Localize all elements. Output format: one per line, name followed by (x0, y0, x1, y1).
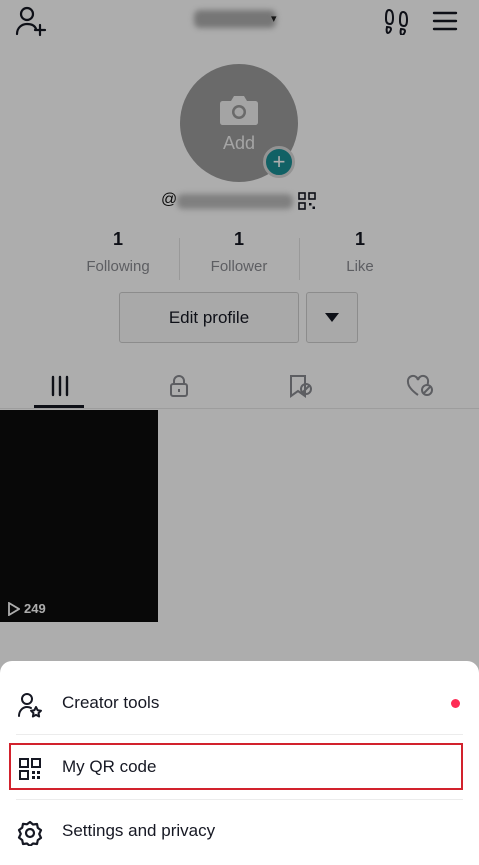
menu-item-settings-and-privacy[interactable]: Settings and privacy (0, 803, 479, 859)
menu-item-label: Settings and privacy (62, 821, 216, 840)
menu-item-my-qr-code[interactable]: My QR code (0, 739, 479, 795)
profile-page: ▾ Add + @ 1 Following 1 Follower 1 Like … (0, 0, 479, 865)
bottom-sheet-menu: Creator tools My QR code Settings and pr… (0, 661, 479, 865)
gear-icon (16, 819, 44, 847)
menu-item-label: My QR code (62, 757, 157, 776)
qr-code-icon (16, 755, 44, 783)
notification-dot (451, 699, 460, 708)
person-star-icon (16, 691, 44, 719)
menu-separator (16, 799, 463, 800)
menu-item-label: Creator tools (62, 693, 160, 712)
menu-separator (16, 734, 463, 735)
menu-item-creator-tools[interactable]: Creator tools (0, 675, 479, 731)
